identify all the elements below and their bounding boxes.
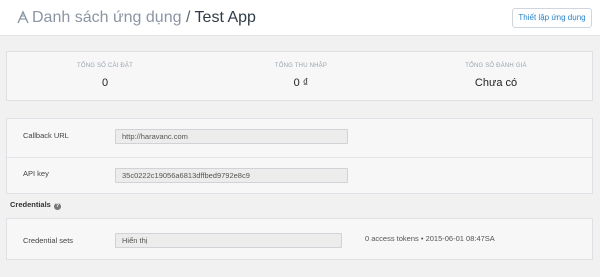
stat-reviews-value: Chưa có (474, 77, 518, 89)
breadcrumb-app-list[interactable]: Danh sách ứng dụng (32, 9, 181, 26)
credentials-heading: Credentials ? (10, 200, 61, 210)
credential-sets-label: Credential sets (23, 236, 74, 245)
stat-installs: TỔNG SỐ CÀI ĐẶT 0 (7, 52, 203, 102)
page-title: Danh sách ứng dụng / Test App (32, 8, 256, 28)
stat-revenue-label: TỔNG THU NHẬP (274, 63, 328, 69)
api-key-field[interactable]: 35c0222c19056a6813dffbed9792e8c9 (115, 168, 348, 183)
app-settings-button[interactable]: Thiết lập ứng dụng (512, 8, 592, 28)
callback-url-field[interactable]: http://haravanc.com (115, 129, 348, 144)
haravan-logo-icon (17, 10, 29, 24)
stat-revenue: TỔNG THU NHẬP 0 ₫ (203, 52, 399, 102)
stat-installs-label: TỔNG SỐ CÀI ĐẶT (76, 63, 133, 69)
stat-revenue-value: 0 ₫ (293, 77, 309, 89)
credentials-title: Credentials (10, 200, 51, 209)
credential-sets-field[interactable]: Hiển thị (115, 233, 342, 248)
help-icon[interactable]: ? (53, 203, 61, 210)
page-header: Danh sách ứng dụng / Test App Thiết lập … (0, 0, 600, 36)
stat-reviews: TỔNG SỐ ĐÁNH GIÁ Chưa có (398, 52, 594, 102)
stats-panel: TỔNG SỐ CÀI ĐẶT 0 TỔNG THU NHẬP 0 ₫ TỔNG… (6, 51, 593, 101)
app-name: Test App (194, 9, 256, 26)
breadcrumb-separator: / (185, 9, 191, 26)
app-keys-panel: Callback URL http://haravanc.com API key… (6, 118, 593, 194)
credentials-panel: Credential sets Hiển thị 0 access tokens… (6, 218, 593, 260)
stat-reviews-label: TỔNG SỐ ĐÁNH GIÁ (465, 63, 527, 69)
stat-installs-value: 0 (101, 77, 109, 89)
callback-url-label: Callback URL (23, 131, 69, 140)
api-key-label: API key (23, 169, 49, 178)
row-divider (7, 157, 592, 158)
access-token-info: 0 access tokens • 2015-06-01 08:47SA (365, 234, 495, 243)
